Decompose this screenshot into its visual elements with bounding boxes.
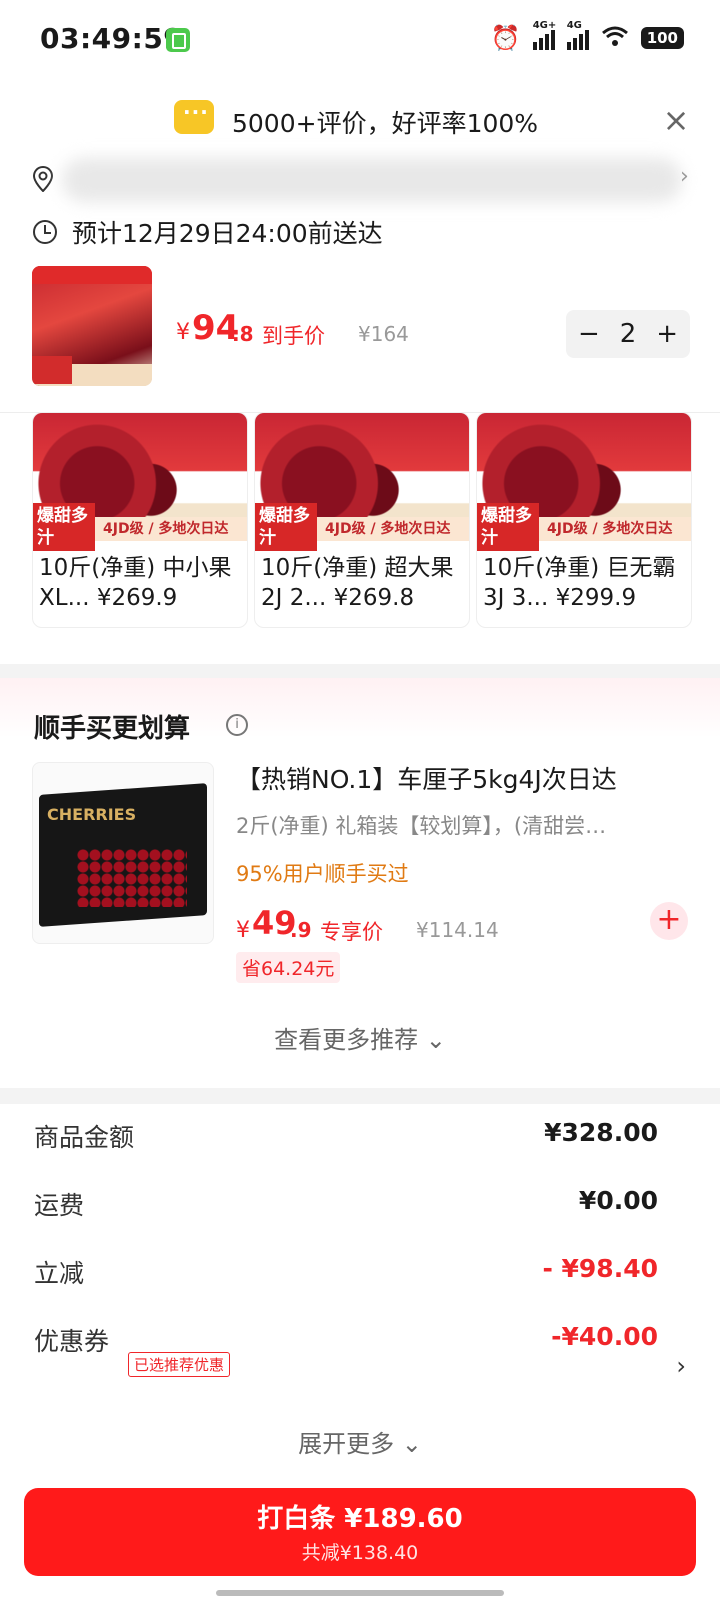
section-separator [0,664,720,678]
recommend-price-currency: ¥ [236,918,250,943]
variant-stripe: 4JD级 / 多地次日达 [317,517,469,541]
variant-stripe: 4JD级 / 多地次日达 [539,517,691,541]
price-currency: ¥ [176,320,190,345]
cherries-logo: CHERRIES [47,805,137,824]
recommend-price-decimal: .9 [290,918,312,942]
section-separator [0,1088,720,1104]
expand-more-link[interactable]: 展开更多 ⌄ [0,1424,720,1459]
shipping-value: ¥0.00 [578,1186,658,1215]
chevron-right-icon[interactable]: › [676,1352,686,1380]
location-pin-icon [32,165,54,193]
chevron-right-icon[interactable]: › [680,164,689,189]
final-price-label: 到手价 [262,324,325,348]
original-price: ¥164 [358,322,409,346]
price-decimal: .8 [232,322,254,346]
shipping-label: 运费 [34,1191,85,1220]
variant-name: 10斤(净重) 超大果 [261,555,454,581]
pay-button-label: 打白条 ¥189.60 [257,1504,463,1534]
recommend-product-name[interactable]: 【热销NO.1】车厘子5kg4J次日达 [236,760,617,796]
recommend-price-label: 专享价 [320,920,383,944]
coupon-label: 优惠券 [34,1327,110,1356]
variant-card[interactable]: 爆甜多汁 4JD级 / 多地次日达 10斤(净重) 超大果 2J 2... ¥2… [254,412,470,628]
variant-badge: 爆甜多汁 [33,503,95,551]
status-icons: ⏰ 4G+ 4G 100 [490,20,684,52]
battery-indicator: 100 [640,27,684,49]
discount-label: 立减 [34,1259,85,1288]
discount-value: - ¥98.40 [542,1254,658,1283]
quantity-value[interactable]: 2 [620,319,637,349]
notes-app-icon [166,28,190,52]
signal-icon-1: 4G+ [532,20,556,50]
quantity-stepper: − 2 + [566,310,690,358]
coupon-value[interactable]: -¥40.00 [551,1322,658,1351]
clock-icon [33,220,57,244]
recommend-product-image[interactable]: CHERRIES [32,762,214,944]
info-icon[interactable]: i [226,714,248,736]
variant-name: 10斤(净重) 巨无霸 [483,555,676,581]
total-savings: 共减¥138.40 [301,1542,419,1564]
subtotal-label: 商品金额 [34,1123,135,1152]
minus-button[interactable]: − [578,319,600,349]
recommend-product-desc: 2斤(净重) 礼箱装【较划算】，(清甜尝… [236,814,607,838]
variant-price: XL... ¥269.9 [39,585,178,611]
variant-price: 2J 2... ¥269.8 [261,585,415,611]
variant-badge: 爆甜多汁 [255,503,317,551]
savings-badge: 省64.24元 [236,952,341,983]
variant-card[interactable]: 爆甜多汁 4JD级 / 多地次日达 10斤(净重) 中小果 XL... ¥269… [32,412,248,628]
add-to-order-button[interactable]: + [650,902,688,940]
recommend-bought-rate: 95%用户顺手买过 [236,862,409,886]
variant-badge: 爆甜多汁 [477,503,539,551]
product-thumbnail[interactable] [32,266,152,386]
wifi-icon [601,25,629,51]
variant-card[interactable]: 爆甜多汁 4JD级 / 多地次日达 10斤(净重) 巨无霸 3J 3... ¥2… [476,412,692,628]
address-line-redacted[interactable] [62,158,682,202]
coupon-recommended-tag: 已选推荐优惠 [128,1352,231,1377]
review-summary: 5000+评价，好评率100% [232,109,539,138]
variant-price: 3J 3... ¥299.9 [483,585,637,611]
variant-name: 10斤(净重) 中小果 [39,555,232,581]
more-recommendations-link[interactable]: 查看更多推荐 ⌄ [0,1020,720,1055]
network-label-2: 4G [566,20,582,31]
pay-button[interactable]: 打白条 ¥189.60 共减¥138.40 [24,1488,696,1576]
chat-bubble-icon [174,100,214,134]
home-indicator[interactable] [216,1590,504,1596]
subtotal-value: ¥328.00 [544,1118,658,1147]
signal-icon-2: 4G [566,20,589,50]
recommend-original-price: ¥114.14 [416,918,499,942]
status-time: 03:49:59 [40,22,184,55]
close-icon[interactable]: × [656,100,696,140]
recommend-title: 顺手买更划算 [34,714,191,744]
alarm-icon: ⏰ [490,24,521,52]
variant-stripe: 4JD级 / 多地次日达 [95,517,247,541]
delivery-estimate: 预计12月29日24:00前送达 [72,219,383,248]
plus-button[interactable]: + [656,319,678,349]
network-label-1: 4G+ [532,20,557,31]
